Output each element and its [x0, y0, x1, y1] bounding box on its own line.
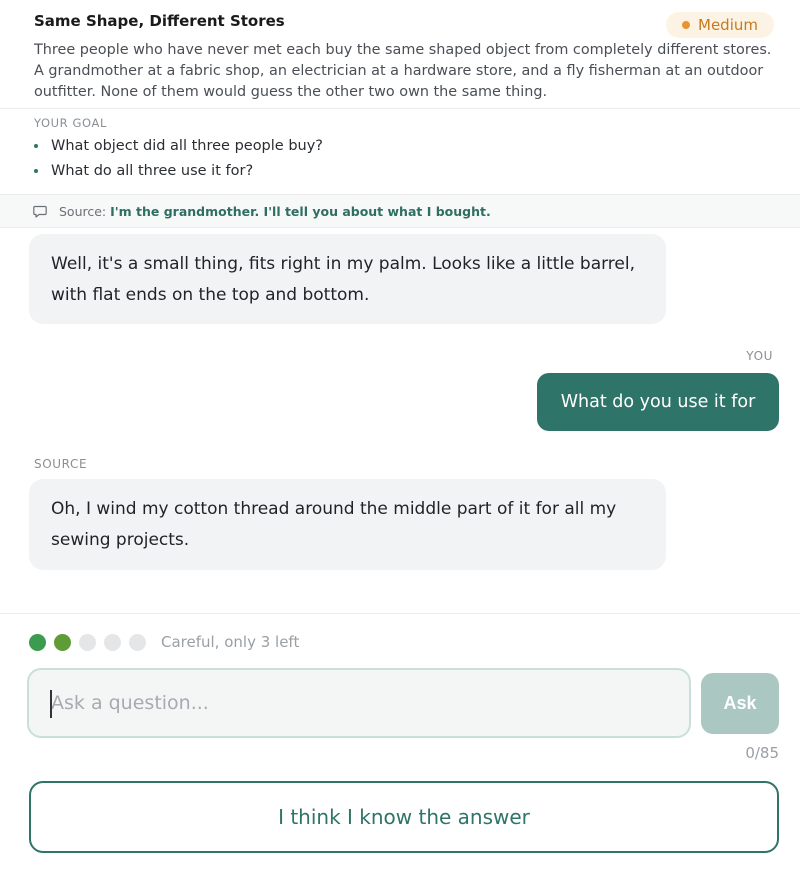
know-answer-button[interactable]: I think I know the answer: [29, 781, 779, 853]
difficulty-badge: Medium: [666, 12, 774, 38]
goal-item: What object did all three people buy?: [34, 138, 323, 154]
goal-label: YOUR GOAL: [34, 116, 107, 130]
divider: [0, 108, 800, 109]
question-dot-remaining: [104, 634, 121, 651]
you-label: YOU: [746, 349, 773, 363]
question-input[interactable]: [27, 668, 691, 738]
chat-bubble-icon: [33, 205, 47, 218]
puzzle-title: Same Shape, Different Stores: [34, 12, 285, 30]
question-dot-used: [54, 634, 71, 651]
puzzle-description: Three people who have never met each buy…: [34, 42, 772, 100]
bullet-icon: [34, 169, 38, 173]
question-dot-remaining: [79, 634, 96, 651]
divider: [0, 613, 800, 614]
questions-remaining-note: Careful, only 3 left: [161, 633, 300, 651]
ask-button[interactable]: Ask: [701, 673, 779, 734]
bullet-icon: [34, 144, 38, 148]
source-bar: Source: I'm the grandmother. I'll tell y…: [0, 194, 800, 228]
goal-item-text: What do all three use it for?: [51, 163, 254, 179]
text-caret: [50, 690, 52, 718]
questions-remaining-indicator: [29, 634, 146, 651]
source-label: SOURCE: [34, 457, 88, 471]
difficulty-label: Medium: [698, 16, 758, 34]
source-quote: I'm the grandmother. I'll tell you about…: [110, 203, 491, 219]
source-message: Oh, I wind my cotton thread around the m…: [29, 479, 666, 570]
goal-item: What do all three use it for?: [34, 163, 253, 179]
difficulty-dot-icon: [682, 21, 690, 29]
source-prefix: Source:: [59, 203, 107, 219]
user-message: What do you use it for: [537, 373, 779, 431]
character-counter: 0/85: [745, 744, 779, 762]
goal-item-text: What object did all three people buy?: [51, 138, 323, 154]
source-message: Well, it's a small thing, fits right in …: [29, 234, 666, 324]
question-dot-used: [29, 634, 46, 651]
question-dot-remaining: [129, 634, 146, 651]
